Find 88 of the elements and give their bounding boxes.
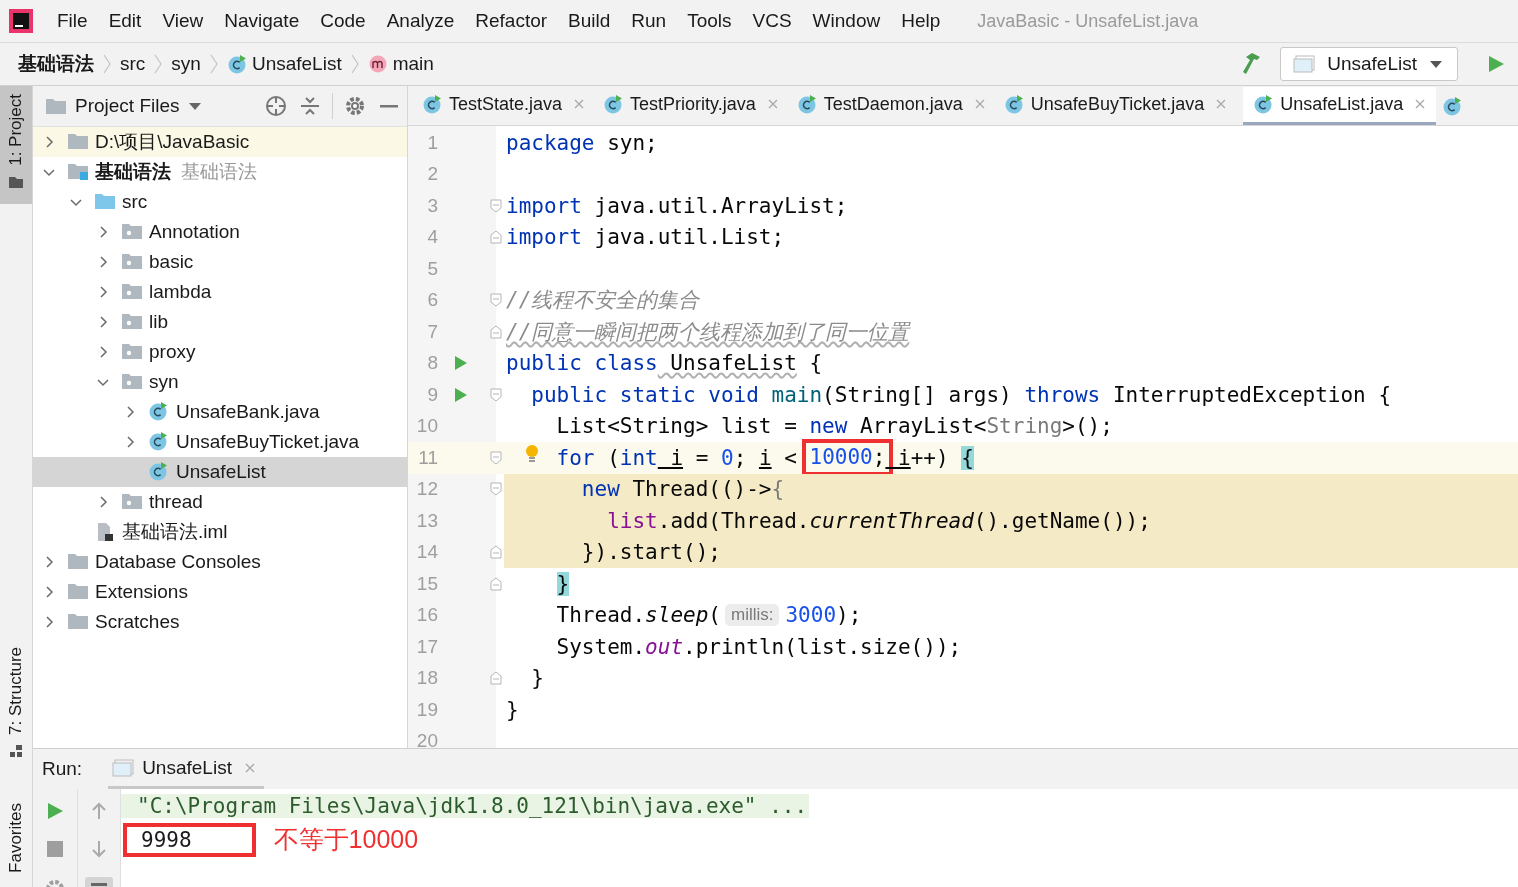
line-number: 5 [426,257,439,280]
panel-label: Run: [42,758,83,780]
line-number: 13 [415,509,439,532]
code-line: import java.util.ArrayList; [506,193,848,218]
annotation-text: 不等于10000 [273,823,419,855]
code-line: //线程不安全的集合 [506,287,700,315]
tree-item[interactable]: 基础语法.iml [33,517,407,547]
line-number: 2 [426,163,439,186]
line-number: 16 [415,604,439,627]
code-text: for (int i = 0; i < [556,445,798,470]
code-line: package syn; [506,130,658,155]
tree-item[interactable]: UnsafeBank.java [33,397,407,427]
code-line: }).start(); [581,540,721,565]
menu-item[interactable]: VCS [752,10,792,32]
breadcrumb[interactable]: src [120,53,146,75]
code-line: public class UnsafeList { [506,351,823,376]
tree-item[interactable]: Annotation [33,217,407,247]
tree-item[interactable]: 基础语法 基础语法 [33,157,407,187]
editor-tab[interactable]: TestPriority.java [601,86,789,125]
menu-item[interactable]: File [57,10,88,32]
editor-tab[interactable]: TestDaemon.java [794,86,996,125]
window-title: JavaBasic - UnsafeList.java [977,10,1199,32]
breadcrumb[interactable]: syn [171,53,201,75]
tree-item[interactable]: lambda [33,277,407,307]
breadcrumb[interactable]: 基础语法 [18,51,94,77]
line-number: 1 [426,131,439,154]
code-line: System.out.println(list.size()); [556,634,962,659]
menu-item[interactable]: Tools [687,10,732,32]
menu-item[interactable]: View [162,10,204,32]
tree-item[interactable]: UnsafeBuyTicket.java [33,427,407,457]
line-number: 6 [426,289,439,312]
matched-brace: } [556,571,570,596]
tree-item[interactable]: proxy [33,337,407,367]
breadcrumb[interactable]: main [367,53,434,75]
tool-window-tab[interactable]: 7: Structure [0,639,32,774]
tree-item[interactable]: Extensions [33,577,407,607]
tool-window-tab[interactable]: 1: Project [0,86,32,204]
code-line: public static void main(String[] args) throws InterruptedException { [531,382,1392,407]
code-line: //同意一瞬间把两个线程添加到了同一位置 [506,318,910,346]
line-number: 17 [415,635,439,658]
editor-tab[interactable]: UnsafeBuyTicket.java [1001,86,1238,125]
parameter-hint: millis: [724,604,780,627]
line-number: 9 [426,383,439,406]
tree-item[interactable]: src [33,187,407,217]
line-number: 8 [426,352,439,375]
module-note: 基础语法 [181,160,257,184]
run-configuration-dropdown[interactable]: UnsafeList [1280,47,1458,81]
menu-item[interactable]: Code [320,10,366,32]
line-number: 7 [426,320,439,343]
menu-item[interactable]: Build [568,10,611,32]
line-number: 4 [426,226,439,249]
line-number: 12 [415,478,439,501]
line-number: 15 [415,572,439,595]
tree-item[interactable]: Scratches [33,607,407,637]
tree-item[interactable]: basic [33,247,407,277]
code-text: 3000); [785,603,862,628]
line-number: 10 [415,415,439,438]
menu-item[interactable]: Edit [108,10,142,32]
tree-item[interactable]: lib [33,307,407,337]
breadcrumb[interactable]: UnsafeList [226,53,342,75]
line-number: 11 [417,446,439,469]
tree-item[interactable]: syn [33,367,407,397]
tool-window-tab[interactable]: Favorites [0,795,32,887]
editor-tab[interactable]: TestState.java [420,86,596,125]
menu-item[interactable]: Refactor [475,10,548,32]
code-line: } [506,697,519,722]
tree-item[interactable]: UnsafeList [33,457,407,487]
code-line: List<String> list = new ArrayList<String>(); [556,414,1113,439]
code-line: } [531,666,544,691]
code-text: Thread.sleep( [556,603,721,628]
line-number: 20 [415,730,439,748]
tree-item[interactable]: thread [33,487,407,517]
matched-brace: { [961,445,974,470]
menu-item[interactable]: Run [631,10,667,32]
line-number: 3 [426,194,439,217]
line-number: 14 [415,541,439,564]
tree-item[interactable]: Database Consoles [33,547,407,577]
line-number: 19 [415,698,439,721]
menu-item[interactable]: Navigate [224,10,300,32]
menu-item[interactable]: Window [812,10,881,32]
run-tab[interactable]: UnsafeList [108,749,264,789]
tree-item[interactable]: D:\项目\JavaBasic [33,127,407,157]
code-line: list.add(Thread.currentThread().getName()); [607,508,1151,533]
editor-tab[interactable]: UnsafeList.java [1243,86,1437,125]
menu-item[interactable]: Analyze [386,10,455,32]
code-line: import java.util.List; [506,225,785,250]
menu-item[interactable]: Help [901,10,941,32]
line-number: 18 [415,667,439,690]
